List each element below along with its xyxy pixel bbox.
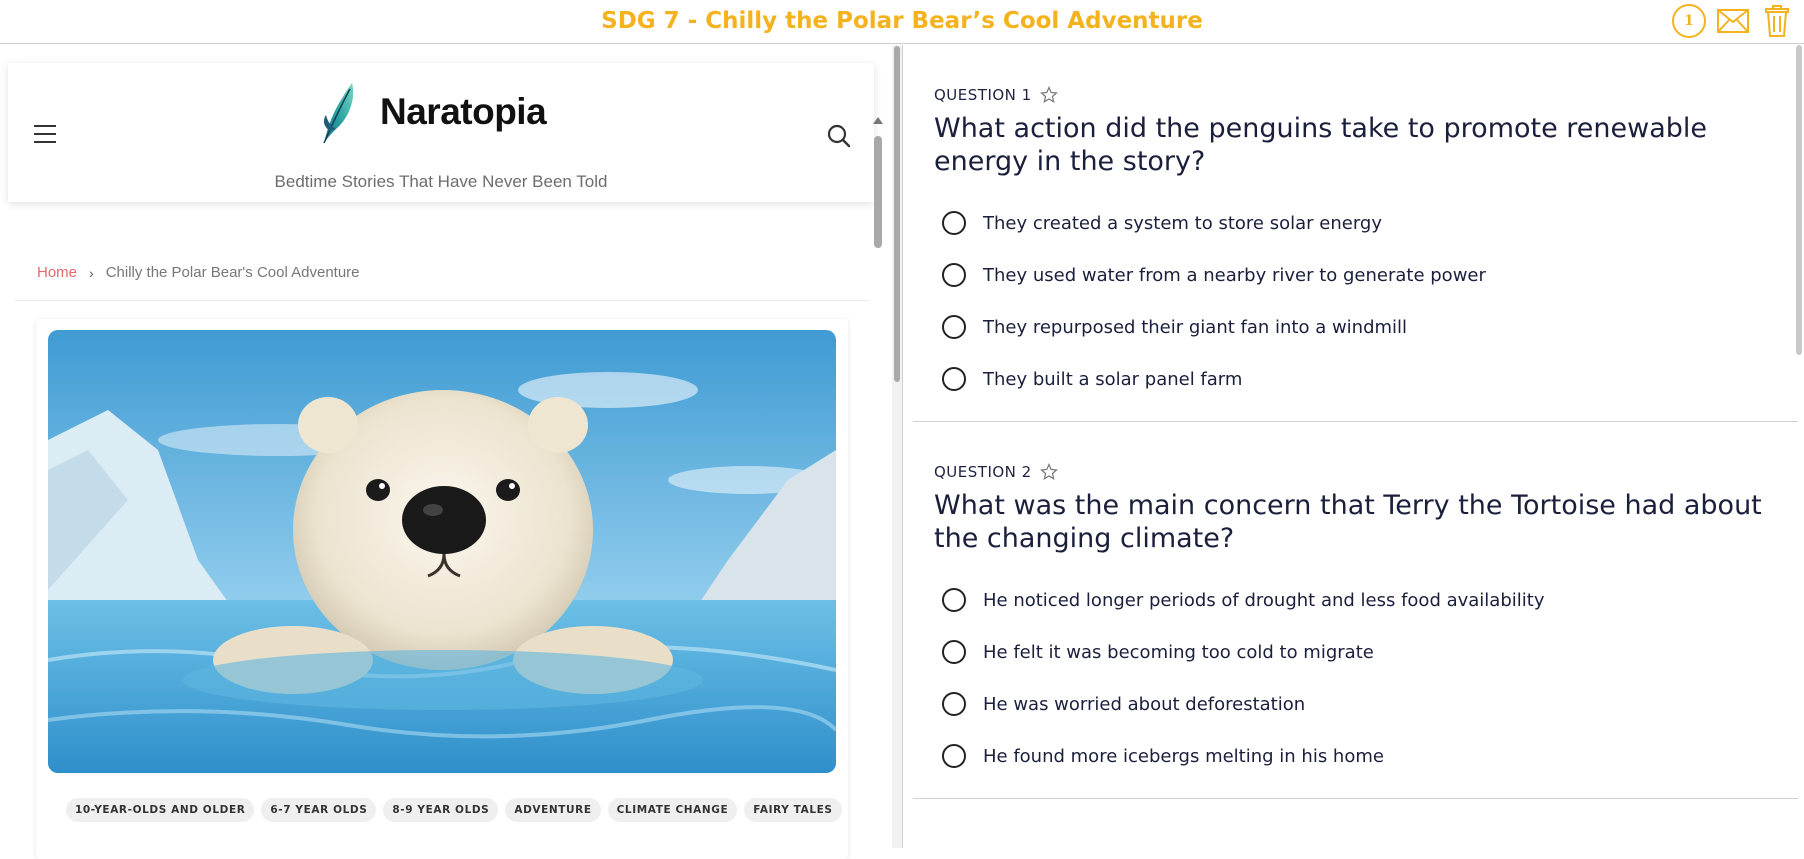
answer-label: They built a solar panel farm <box>983 368 1243 390</box>
answer-label: They repurposed their giant fan into a w… <box>983 316 1408 338</box>
site-header: Naratopia Bedtime Stories That Have Neve… <box>8 63 874 202</box>
radio-button[interactable] <box>942 211 966 235</box>
tag-chip[interactable]: FAIRY TALES <box>744 798 842 822</box>
tag-chip[interactable]: ADVENTURE <box>505 798 601 822</box>
question-text: What action did the penguins take to pro… <box>934 113 1708 177</box>
radio-button[interactable] <box>942 744 966 768</box>
breadcrumb-divider <box>15 300 870 301</box>
tag-list: 10-YEAR-OLDS AND OLDER 6-7 YEAR OLDS 8-9… <box>66 798 842 822</box>
radio-button[interactable] <box>942 640 966 664</box>
site-name: Naratopia <box>380 91 547 132</box>
answer-option[interactable]: They used water from a nearby river to g… <box>942 263 1486 287</box>
answer-label: He was worried about deforestation <box>983 693 1306 715</box>
feather-logo-icon <box>323 83 354 144</box>
hamburger-icon[interactable] <box>34 125 58 143</box>
quiz-pane: QUESTION 1 What action did the penguins … <box>913 45 1804 848</box>
answer-option[interactable]: They built a solar panel farm <box>942 367 1242 391</box>
inner-scroll-up-arrow[interactable] <box>873 117 883 124</box>
inner-scroll-thumb[interactable] <box>874 136 882 248</box>
answer-option[interactable]: They repurposed their giant fan into a w… <box>942 315 1407 339</box>
search-icon[interactable] <box>826 123 852 149</box>
answer-option[interactable]: He felt it was becoming too cold to migr… <box>942 640 1374 664</box>
count-badge[interactable]: 1 <box>1672 4 1706 38</box>
breadcrumb-home-link[interactable]: Home <box>37 264 77 281</box>
radio-button[interactable] <box>942 315 966 339</box>
radio-button[interactable] <box>942 692 966 716</box>
site-logo[interactable]: Naratopia <box>310 77 547 147</box>
answer-label: He noticed longer periods of drought and… <box>983 589 1545 611</box>
question-divider <box>913 798 1798 799</box>
radio-button[interactable] <box>942 588 966 612</box>
tag-chip[interactable]: CLIMATE CHANGE <box>607 798 738 822</box>
site-tagline: Bedtime Stories That Have Never Been Tol… <box>274 172 608 191</box>
hero-image-polar-bear <box>48 330 836 773</box>
tag-chip[interactable]: 10-YEAR-OLDS AND OLDER <box>66 798 255 822</box>
answer-option[interactable]: They created a system to store solar ene… <box>942 211 1382 235</box>
top-actions: 1 <box>1672 4 1794 38</box>
breadcrumb-current: Chilly the Polar Bear's Cool Adventure <box>105 264 360 281</box>
star-outline-icon[interactable] <box>1039 463 1058 481</box>
radio-button[interactable] <box>942 263 966 287</box>
radio-button[interactable] <box>942 367 966 391</box>
answer-label: They created a system to store solar ene… <box>983 212 1382 234</box>
answer-option[interactable]: He found more icebergs melting in his ho… <box>942 744 1384 768</box>
question-divider <box>913 421 1798 422</box>
answer-label: They used water from a nearby river to g… <box>983 264 1486 286</box>
answer-label: He found more icebergs melting in his ho… <box>983 745 1384 767</box>
quiz-pane-scroll-thumb[interactable] <box>1796 45 1802 355</box>
question-label: QUESTION 2 <box>934 463 1058 481</box>
question-number: QUESTION 1 <box>934 86 1032 104</box>
question-number: QUESTION 2 <box>934 463 1032 481</box>
mail-icon[interactable] <box>1716 4 1750 38</box>
pane-divider[interactable] <box>902 45 912 848</box>
answer-option[interactable]: He was worried about deforestation <box>942 692 1305 716</box>
trash-icon[interactable] <box>1760 4 1794 38</box>
question-text: What was the main concern that Terry the… <box>934 490 1762 554</box>
tag-chip[interactable]: 8-9 YEAR OLDS <box>383 798 499 822</box>
story-pane-scroll-thumb[interactable] <box>894 46 900 382</box>
answer-label: He felt it was becoming too cold to migr… <box>983 641 1374 663</box>
app-title: SDG 7 - Chilly the Polar Bear’s Cool Adv… <box>601 8 1203 34</box>
answer-option[interactable]: He noticed longer periods of drought and… <box>942 588 1544 612</box>
tag-chip[interactable]: 6-7 YEAR OLDS <box>261 798 377 822</box>
breadcrumb-separator-icon: › <box>89 264 94 281</box>
top-bar: SDG 7 - Chilly the Polar Bear’s Cool Adv… <box>0 0 1804 44</box>
star-outline-icon[interactable] <box>1039 86 1058 104</box>
question-label: QUESTION 1 <box>934 86 1058 104</box>
breadcrumb: Home › Chilly the Polar Bear's Cool Adve… <box>37 264 360 281</box>
